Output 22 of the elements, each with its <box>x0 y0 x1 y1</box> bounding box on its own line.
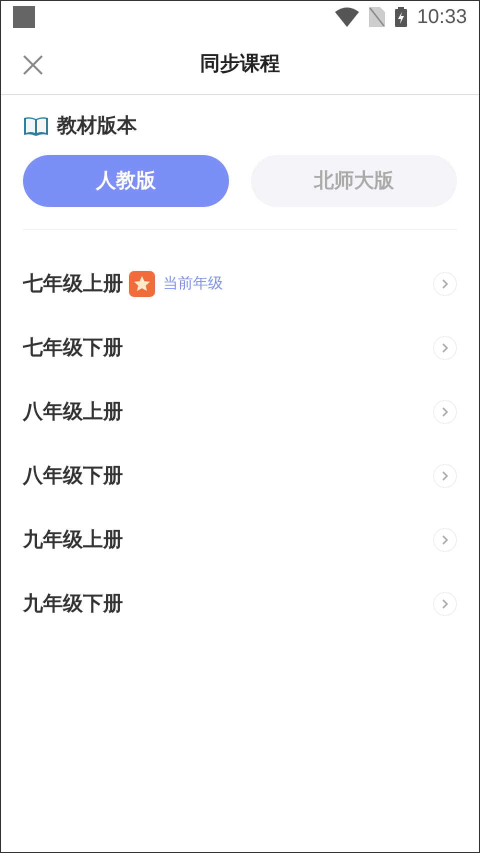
chevron-right-icon <box>433 272 457 296</box>
wifi-icon <box>334 7 359 27</box>
section-title: 教材版本 <box>57 114 137 139</box>
grade-item[interactable]: 七年级下册 <box>23 333 123 363</box>
open-book-icon <box>23 115 49 137</box>
grade-item[interactable]: 九年级上册 <box>23 525 123 555</box>
chevron-right-icon <box>433 400 457 424</box>
page-title: 同步课程 <box>200 52 280 76</box>
notification-icon <box>13 6 35 28</box>
close-icon <box>23 55 43 75</box>
chevron-right-icon <box>433 592 457 616</box>
grade-item[interactable]: 七年级上册 <box>23 269 123 299</box>
battery-charging-icon <box>394 7 407 27</box>
clock-time: 10:33 <box>416 5 467 30</box>
chevron-right-icon <box>433 464 457 488</box>
grade-item[interactable]: 八年级上册 <box>23 397 123 427</box>
grade-item[interactable]: 九年级下册 <box>23 589 123 619</box>
chevron-right-icon <box>433 336 457 360</box>
current-grade-label: 当前年级 <box>163 274 223 294</box>
grade-item[interactable]: 八年级下册 <box>23 461 123 491</box>
chevron-right-icon <box>433 528 457 552</box>
no-sim-icon <box>368 7 385 27</box>
